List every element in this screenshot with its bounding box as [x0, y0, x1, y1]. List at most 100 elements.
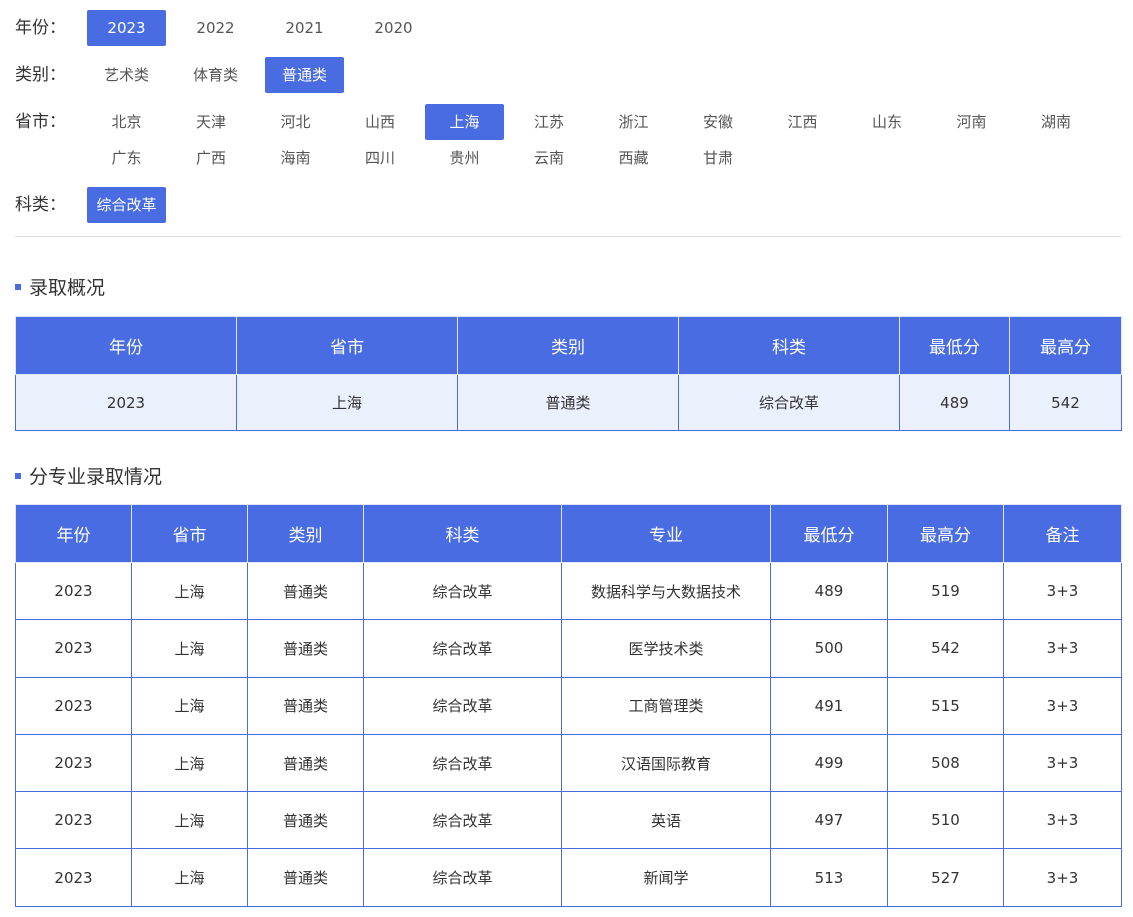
table-row: 2023 上海 普通类 综合改革 489 542	[15, 374, 1122, 431]
table-cell: 工商管理类	[561, 676, 771, 735]
year-filter-label: 年份：	[15, 18, 66, 38]
province-option[interactable]: 广西	[172, 140, 251, 176]
summary-header-cell: 科类	[678, 316, 900, 375]
table-cell: 上海	[131, 733, 248, 793]
table-cell: 综合改革	[363, 733, 562, 793]
table-cell: 医学技术类	[561, 619, 771, 678]
table-cell: 汉语国际教育	[561, 733, 771, 793]
category-options: 艺术类 体育类 普通类	[87, 57, 354, 93]
majors-header-cell: 最低分	[770, 504, 888, 563]
year-option[interactable]: 2023	[87, 10, 166, 46]
table-cell: 综合改革	[363, 619, 562, 678]
summary-body: 2023 上海 普通类 综合改革 489 542	[15, 374, 1122, 431]
table-cell: 542	[1009, 374, 1122, 431]
summary-header-cell: 类别	[457, 316, 679, 375]
summary-header-cell: 最高分	[1009, 316, 1122, 375]
table-row: 2023 上海 普通类 综合改革 工商管理类 491 515 3+3	[15, 676, 1122, 735]
table-cell: 普通类	[247, 619, 364, 678]
subject-filter: 科类： 综合改革	[15, 187, 176, 223]
table-cell: 新闻学	[561, 848, 771, 907]
province-option[interactable]: 西藏	[594, 140, 673, 176]
table-cell: 综合改革	[363, 561, 562, 621]
table-cell: 2023	[15, 374, 237, 431]
year-option[interactable]: 2022	[176, 10, 255, 46]
province-option[interactable]: 北京	[87, 104, 166, 140]
table-row: 2023 上海 普通类 综合改革 新闻学 513 527 3+3	[15, 848, 1122, 907]
table-cell: 综合改革	[363, 791, 562, 850]
table-cell: 2023	[15, 791, 132, 850]
table-cell: 513	[770, 848, 888, 907]
table-cell: 普通类	[247, 733, 364, 793]
majors-table: 年份 省市 类别 科类 专业 最低分 最高分 备注 2023 上海 普通类 综合改革 数据科学与大数据…	[15, 504, 1122, 907]
table-cell: 489	[899, 374, 1010, 431]
province-option[interactable]: 河北	[256, 104, 335, 140]
province-option[interactable]: 浙江	[594, 104, 673, 140]
table-cell: 普通类	[247, 848, 364, 907]
category-option[interactable]: 普通类	[265, 57, 344, 93]
table-row: 2023 上海 普通类 综合改革 医学技术类 500 542 3+3	[15, 619, 1122, 678]
year-option[interactable]: 2020	[354, 10, 433, 46]
table-cell: 510	[887, 791, 1004, 850]
summary-table: 年份 省市 类别 科类 最低分 最高分 2023 上海 普通类 综合改革 489 542	[15, 316, 1122, 431]
province-option[interactable]: 江西	[763, 104, 842, 140]
table-cell: 综合改革	[363, 676, 562, 735]
table-cell: 上海	[131, 848, 248, 907]
majors-header-cell: 省市	[131, 504, 248, 563]
table-row: 2023 上海 普通类 综合改革 数据科学与大数据技术 489 519 3+3	[15, 561, 1122, 621]
table-cell: 519	[887, 561, 1004, 621]
province-filter: 省市： 北京 天津 河北 山西 上海 江苏 浙江 安徽 江西 山东 河南 湖南广东 广西 海南 四川 贵州 云南…	[15, 104, 1133, 176]
province-option[interactable]: 天津	[172, 104, 251, 140]
province-option[interactable]: 甘肃	[679, 140, 758, 176]
table-cell: 499	[770, 733, 888, 793]
divider	[15, 236, 1121, 237]
table-cell: 上海	[131, 619, 248, 678]
province-options: 北京 天津 河北 山西 上海 江苏 浙江 安徽 江西 山东 河南 湖南广东 广西 海南 四川 贵州 云南 西藏 甘肃	[87, 104, 1133, 176]
province-option[interactable]: 云南	[510, 140, 589, 176]
summary-header-cell: 最低分	[899, 316, 1010, 375]
category-option[interactable]: 体育类	[176, 57, 255, 93]
table-cell: 普通类	[247, 676, 364, 735]
category-option[interactable]: 艺术类	[87, 57, 166, 93]
table-cell: 3+3	[1003, 733, 1122, 793]
table-cell: 515	[887, 676, 1004, 735]
province-option[interactable]: 四川	[341, 140, 420, 176]
table-cell: 普通类	[247, 791, 364, 850]
table-cell: 3+3	[1003, 848, 1122, 907]
table-cell: 508	[887, 733, 1004, 793]
table-cell: 3+3	[1003, 561, 1122, 621]
majors-header-cell: 类别	[247, 504, 364, 563]
province-option[interactable]: 江苏	[510, 104, 589, 140]
subject-filter-label: 科类：	[15, 195, 66, 215]
majors-header-cell: 备注	[1003, 504, 1122, 563]
table-cell: 普通类	[247, 561, 364, 621]
province-option[interactable]: 河南	[932, 104, 1011, 140]
majors-header-cell: 科类	[363, 504, 562, 563]
majors-title-text: 分专业录取情况	[29, 466, 163, 488]
province-filter-label: 省市：	[15, 112, 66, 132]
table-cell: 500	[770, 619, 888, 678]
table-cell: 上海	[131, 791, 248, 850]
year-filter: 年份： 2023 2022 2021 2020	[15, 10, 443, 46]
table-cell: 上海	[131, 676, 248, 735]
category-filter: 类别： 艺术类 体育类 普通类	[15, 57, 354, 93]
table-cell: 综合改革	[363, 848, 562, 907]
table-cell: 542	[887, 619, 1004, 678]
majors-body: 2023 上海 普通类 综合改革 数据科学与大数据技术 489 519 3+3 2023 上海 普通…	[15, 561, 1122, 907]
province-option[interactable]: 上海	[425, 104, 504, 140]
year-option[interactable]: 2021	[265, 10, 344, 46]
table-cell: 英语	[561, 791, 771, 850]
table-cell: 527	[887, 848, 1004, 907]
table-cell: 2023	[15, 676, 132, 735]
province-option[interactable]: 山东	[848, 104, 927, 140]
subject-option[interactable]: 综合改革	[87, 187, 166, 223]
province-option[interactable]: 安徽	[679, 104, 758, 140]
table-cell: 2023	[15, 733, 132, 793]
province-option[interactable]: 广东	[87, 140, 166, 176]
province-option[interactable]: 湖南	[1017, 104, 1096, 140]
table-cell: 普通类	[457, 374, 679, 431]
province-option[interactable]: 海南	[256, 140, 335, 176]
majors-section-title: 分专业录取情况	[15, 462, 162, 489]
province-option[interactable]: 山西	[341, 104, 420, 140]
majors-header-cell: 年份	[15, 504, 132, 563]
province-option[interactable]: 贵州	[425, 140, 504, 176]
